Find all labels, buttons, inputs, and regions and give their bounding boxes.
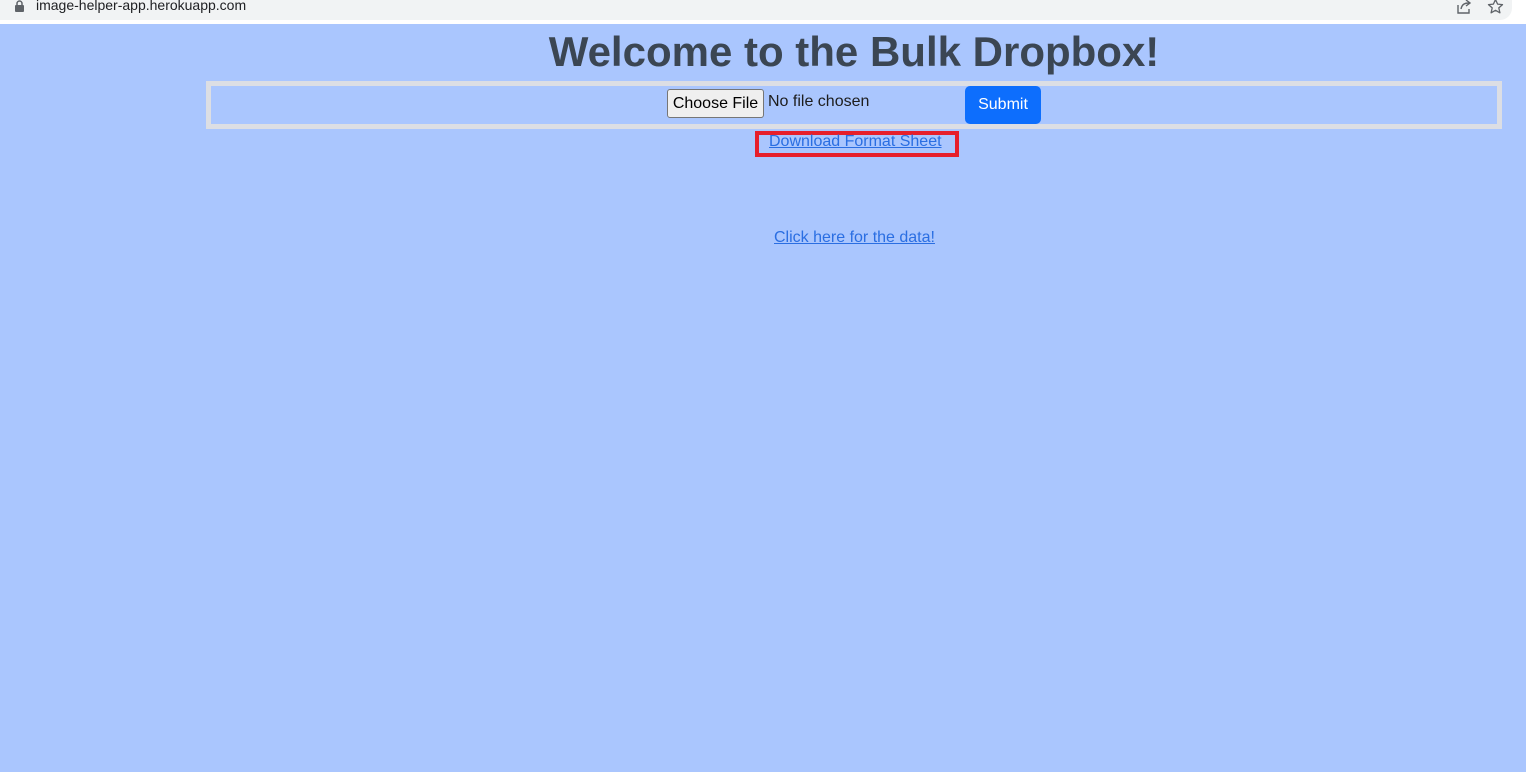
submit-button[interactable]: Submit — [965, 86, 1041, 124]
choose-file-button[interactable]: Choose File — [667, 89, 764, 118]
page-title: Welcome to the Bulk Dropbox! — [548, 28, 1160, 75]
title-wrapper: Welcome to the Bulk Dropbox! — [0, 0, 1526, 80]
data-link[interactable]: Click here for the data! — [774, 227, 935, 249]
download-format-sheet-link[interactable]: Download Format Sheet — [769, 131, 942, 153]
file-status-text: No file chosen — [768, 93, 870, 110]
